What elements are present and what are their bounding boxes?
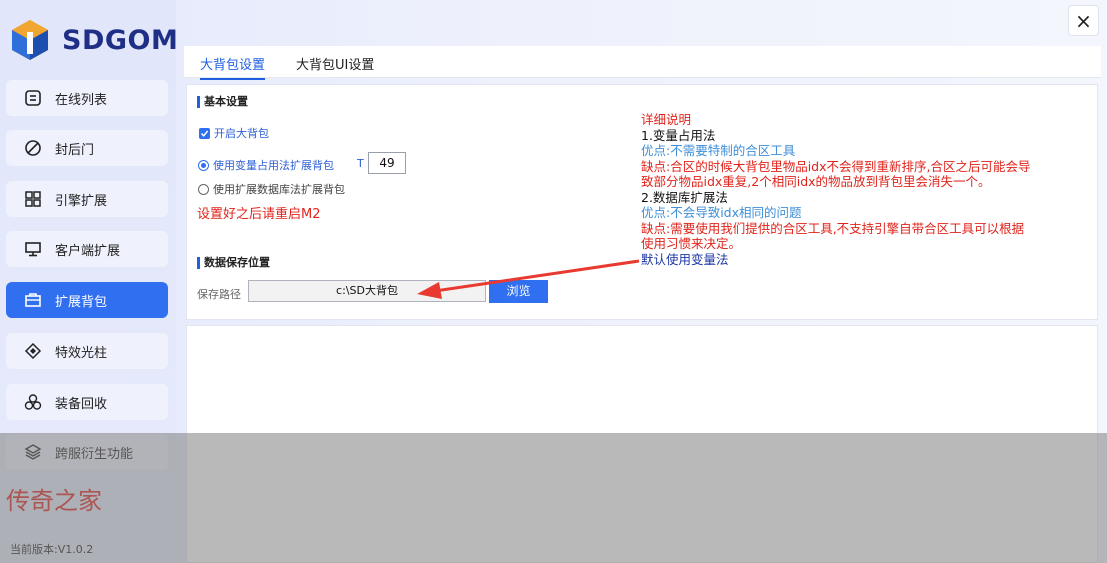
method1-con-line2: 致部分物品idx重复,2个相同idx的物品放到背包里会消失一个。 [641,174,991,189]
sidebar-item-engine-extension[interactable]: 引擎扩展 [6,181,168,217]
radio-database-method-label: 使用扩展数据库法扩展背包 [213,183,345,196]
close-button[interactable]: × [1068,5,1099,36]
sidebar-item-label: 扩展背包 [55,294,108,310]
sidebar-item-client-extension[interactable]: 客户端扩展 [6,231,168,267]
radio-database-method[interactable]: 使用扩展数据库法扩展背包 [198,181,345,197]
sidebar-item-label: 在线列表 [55,92,108,108]
save-path-label: 保存路径 [197,288,241,301]
radio-variable-method[interactable]: 使用变量占用法扩展背包 [198,157,334,173]
enable-bag-label: 开启大背包 [214,127,269,140]
sidebar-item-backdoor[interactable]: 封后门 [6,130,168,166]
app-logo: SDGOM [8,18,178,62]
method1-pro: 优点:不需要特制的合区工具 [641,143,796,158]
sidebar-item-extended-bag[interactable]: 扩展背包 [6,282,168,318]
monitor-icon [24,240,42,258]
sidebar-item-label: 封后门 [55,142,95,158]
method2-title: 2.数据库扩展法 [641,189,728,205]
sidebar-item-label: 装备回收 [55,396,108,412]
sidebar-item-equipment-recycle[interactable]: 装备回收 [6,384,168,420]
restart-warning: 设置好之后请重启M2 [197,207,321,222]
empty-panel [186,325,1098,563]
sidebar-item-label: 引擎扩展 [55,193,108,209]
sidebar-item-label: 跨服衍生功能 [55,446,134,462]
default-method-note: 默认使用变量法 [641,251,729,267]
save-path-input[interactable]: c:\SD大背包 [248,280,486,302]
close-icon: × [1075,8,1092,33]
method2-con-line2: 使用习惯来决定。 [641,236,742,251]
layers-icon [24,443,42,461]
radio-variable-method-label: 使用变量占用法扩展背包 [213,159,334,172]
brand-watermark-text: 传奇之家 [6,487,102,515]
method2-con-line1: 缺点:需要使用我们提供的合区工具,不支持引擎自带合区工具可以根据 [641,220,1025,236]
browse-button[interactable]: 浏览 [489,280,548,303]
logo-hexagon-icon [12,20,48,60]
sidebar-item-label: 特效光柱 [55,345,108,361]
radio-selected-icon [198,159,209,171]
sidebar-item-label: 客户端扩展 [55,243,121,259]
t-label: T [357,157,364,170]
diamond-icon [24,342,42,360]
t-value-input[interactable]: 49 [368,152,406,174]
checkbox-checked-icon [199,127,210,139]
description-block: 详细说明 1.变量占用法 优点:不需要特制的合区工具 缺点:合区的时候大背包里物… [641,112,1093,267]
tab-bag-settings[interactable]: 大背包设置 [200,54,266,80]
recycle-icon [24,393,42,411]
section-title-basic: 基本设置 [197,96,248,108]
method2-pro: 优点:不会导致idx相同的问题 [641,205,802,220]
sidebar-item-online-list[interactable]: 在线列表 [6,80,168,116]
sidebar-item-cross-server[interactable]: 跨服衍生功能 [6,434,168,470]
method1-title: 1.变量占用法 [641,127,716,143]
sidebar-item-effect-beam[interactable]: 特效光柱 [6,333,168,369]
logo-text: SDGOM [62,24,179,56]
tab-bag-ui-settings[interactable]: 大背包UI设置 [296,54,374,78]
tab-bar: 大背包设置 大背包UI设置 [184,46,1101,80]
grid-icon [24,190,42,208]
enable-bag-checkbox[interactable]: 开启大背包 [199,125,269,141]
description-heading: 详细说明 [641,112,692,127]
settings-panel: 基本设置 开启大背包 使用变量占用法扩展背包 T 49 使用扩展数据库法扩展背包… [186,84,1098,320]
sidebar: SDGOM 在线列表 封后门 引擎扩展 客户端扩展 扩展背包 特效光柱 装备回收… [0,0,178,563]
list-icon [24,89,42,107]
block-icon [24,139,42,157]
section-title-storage: 数据保存位置 [197,257,270,269]
radio-unselected-icon [198,183,209,195]
version-label: 当前版本:V1.0.2 [10,543,94,556]
bag-icon [24,291,42,309]
method1-con-line1: 缺点:合区的时候大背包里物品idx不会得到重新排序,合区之后可能会导 [641,158,1031,174]
